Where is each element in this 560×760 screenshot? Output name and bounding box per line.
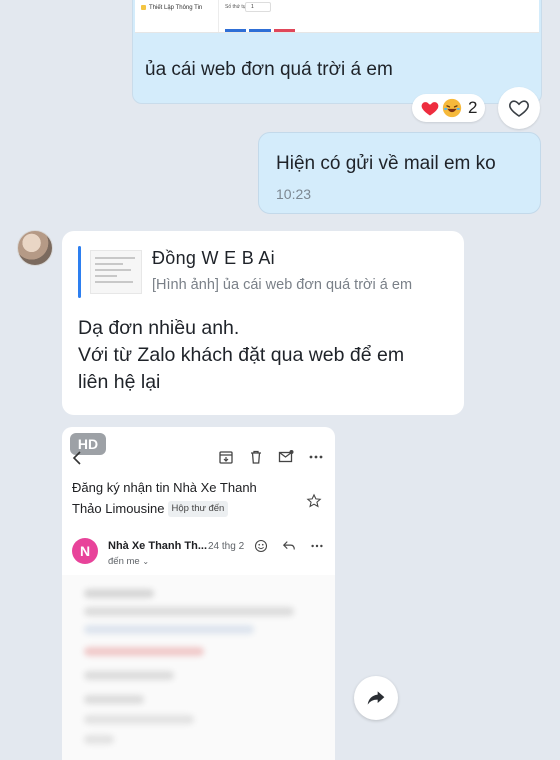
screenshot-field-label: Số thứ tự	[225, 4, 247, 10]
add-reaction-button[interactable]	[498, 87, 540, 129]
outgoing-text-message[interactable]: Hiện có gửi về mail em ko 10:23	[258, 132, 541, 214]
email-subject-line: Thảo Limousine Hộp thư đến	[72, 498, 304, 519]
screenshot-sidebar-icon	[141, 5, 146, 10]
quote-snippet: [Hình ảnh] ủa cái web đơn quá trời á em	[152, 277, 413, 293]
sender-avatar: N	[72, 538, 98, 564]
email-subject-line: Đăng ký nhận tin Nhà Xe Thanh	[72, 480, 257, 495]
message-text: Hiện có gửi về mail em ko	[276, 153, 496, 174]
message-line: Dạ đơn nhiều anh.	[78, 317, 240, 339]
incoming-image-message[interactable]: HD Đăng ký nhận tin Nhà Xe Thanh Thảo Li…	[62, 427, 335, 760]
recipient-text: đến me	[108, 556, 140, 567]
outgoing-image-message[interactable]: Thiết Lập Thông Tin Số thứ tự 1 ủa cái w…	[132, 0, 542, 104]
screenshot-buttons	[225, 29, 295, 32]
quoted-message[interactable]: Đồng W E B Ai [Hình ảnh] ủa cái web đơn …	[78, 246, 450, 298]
archive-icon	[219, 451, 233, 464]
emoji-react-icon	[254, 539, 268, 553]
quote-thumbnail	[90, 250, 142, 294]
screenshot-field: 1	[245, 2, 271, 12]
laughing-emoji-icon	[442, 98, 462, 118]
heart-outline-icon	[509, 100, 529, 117]
reaction-count: 2	[468, 98, 478, 117]
share-button[interactable]	[354, 676, 398, 720]
reply-icon	[282, 541, 295, 550]
email-subject-text: Thảo Limousine	[72, 501, 165, 516]
heart-emoji-icon	[421, 102, 439, 116]
message-line: Với từ Zalo khách đặt qua web để em	[78, 344, 405, 366]
screenshot-sidebar: Thiết Lập Thông Tin	[135, 0, 219, 32]
quote-accent-bar	[78, 246, 81, 298]
star-icon	[306, 493, 322, 508]
more-icon	[309, 455, 323, 459]
message-text: Dạ đơn nhiều anh. Với từ Zalo khách đặt …	[78, 315, 458, 396]
inbox-label: Hộp thư đến	[167, 501, 229, 517]
contact-avatar[interactable]	[17, 230, 53, 266]
more-icon	[311, 544, 323, 548]
back-arrow-icon	[72, 451, 81, 465]
reaction-summary[interactable]: 2	[412, 94, 486, 122]
message-line: liên hệ lại	[78, 371, 161, 393]
chevron-down-icon: ⌄	[142, 557, 150, 566]
attached-screenshot[interactable]: Thiết Lập Thông Tin Số thứ tự 1	[135, 0, 539, 33]
email-subject: Đăng ký nhận tin Nhà Xe Thanh Thảo Limou…	[72, 477, 304, 519]
share-arrow-icon	[367, 691, 385, 705]
screenshot-field-value: 1	[251, 4, 254, 10]
blurred-email-body	[62, 575, 335, 760]
incoming-reply-message[interactable]: Đồng W E B Ai [Hình ảnh] ủa cái web đơn …	[62, 231, 464, 415]
quote-sender: Đồng W E B Ai	[152, 248, 275, 268]
recipient-line: đến me ⌄	[108, 556, 149, 567]
mark-unread-icon	[278, 450, 294, 463]
trash-icon	[251, 450, 261, 464]
message-text: ủa cái web đơn quá trời á em	[145, 59, 393, 80]
email-date: 24 thg 2	[208, 541, 245, 552]
message-time: 10:23	[276, 186, 312, 202]
screenshot-sidebar-label: Thiết Lập Thông Tin	[149, 5, 203, 11]
sender-name: Nhà Xe Thanh Th...	[108, 540, 208, 552]
